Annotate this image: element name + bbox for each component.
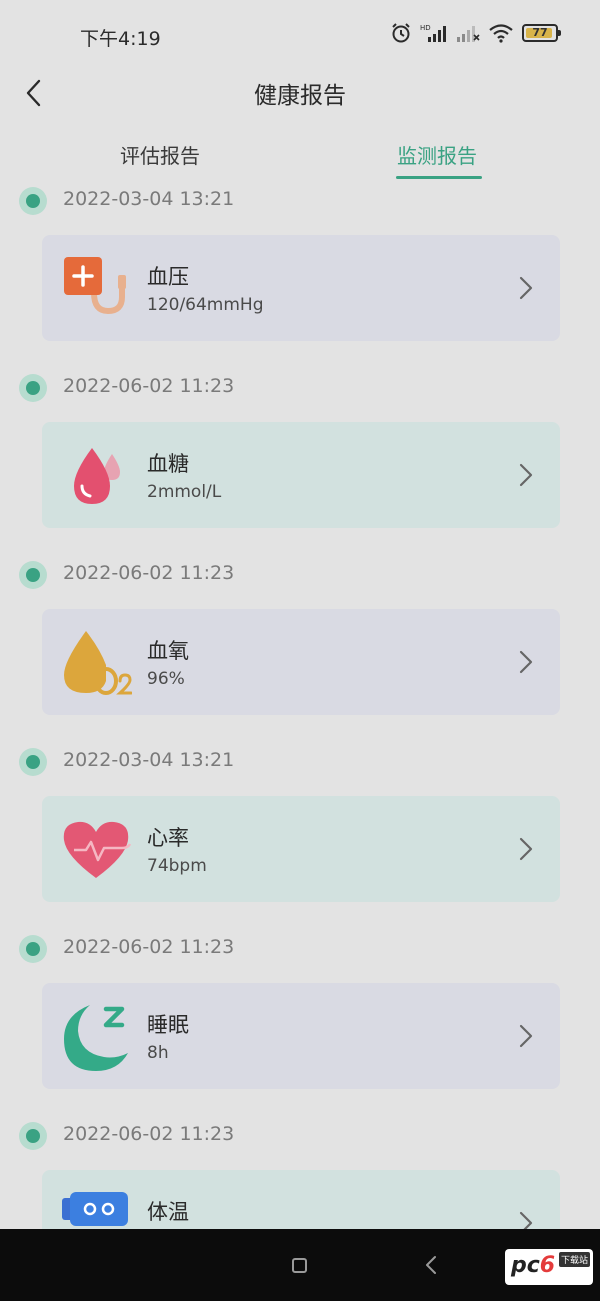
timestamp: 2022-06-02 11:23 (63, 1123, 235, 1145)
list-item: 2022-03-04 13:21 血压 120/64mmHg (0, 184, 600, 371)
heart-rate-icon (63, 821, 132, 878)
header: 健康报告 (0, 66, 600, 116)
timeline-dot (19, 1122, 47, 1150)
timestamp: 2022-06-02 11:23 (63, 936, 235, 958)
card-title: 血氧 (147, 639, 189, 663)
signal-hd-icon: HD (420, 24, 446, 42)
blood-pressure-card[interactable]: 血压 120/64mmHg (42, 235, 560, 341)
watermark-logo: pc6 下载站 (505, 1249, 593, 1285)
home-button[interactable] (292, 1258, 307, 1273)
system-nav-bar: pc6 下载站 (0, 1229, 600, 1301)
card-title: 心率 (147, 826, 189, 850)
status-icons: HD 77 (390, 22, 561, 44)
chevron-right-icon (519, 1024, 533, 1048)
battery-level: 77 (532, 26, 548, 39)
battery-icon: 77 (522, 24, 561, 42)
timeline-dot (19, 187, 47, 215)
chevron-right-icon (519, 276, 533, 300)
chevron-right-icon (519, 837, 533, 861)
card-title: 睡眠 (147, 1013, 189, 1037)
tab-assessment-report[interactable]: 评估报告 (120, 140, 200, 169)
signal-weak-icon (457, 26, 480, 42)
card-value: 96% (147, 669, 185, 689)
list-item: 2022-03-04 13:21 心率 74bpm (0, 745, 600, 932)
timeline-dot (19, 748, 47, 776)
tab-monitoring-report[interactable]: 监测报告 (397, 140, 477, 169)
chevron-right-icon (519, 650, 533, 674)
card-value: 74bpm (147, 856, 207, 876)
blood-pressure-icon (64, 257, 126, 315)
timestamp: 2022-03-04 13:21 (63, 188, 235, 210)
watermark-text: pc6 (511, 1253, 556, 1278)
blood-oxygen-icon (64, 631, 132, 695)
card-value: 8h (147, 1043, 169, 1063)
sleep-icon (64, 1005, 128, 1071)
alarm-icon (392, 23, 410, 43)
timeline-dot (19, 374, 47, 402)
timeline-dot (19, 935, 47, 963)
watermark-sub: 下载站 (558, 1252, 590, 1267)
card-title: 血压 (147, 265, 189, 289)
list-item: 2022-06-02 11:23 血氧 96% (0, 558, 600, 745)
timestamp: 2022-03-04 13:21 (63, 749, 235, 771)
status-time: 下午4:19 (80, 28, 161, 50)
tab-bar: 评估报告 监测报告 (0, 134, 600, 184)
blood-oxygen-card[interactable]: 血氧 96% (42, 609, 560, 715)
chevron-right-icon (519, 463, 533, 487)
report-list: 2022-03-04 13:21 血压 120/64mmHg 2022-06-0… (0, 184, 600, 1301)
sleep-card[interactable]: 睡眠 8h (42, 983, 560, 1089)
blood-sugar-icon (74, 448, 120, 504)
card-value: 2mmol/L (147, 482, 222, 502)
svg-text:HD: HD (420, 24, 431, 32)
blood-sugar-card[interactable]: 血糖 2mmol/L (42, 422, 560, 528)
list-item: 2022-06-02 11:23 血糖 2mmol/L (0, 371, 600, 558)
page-title: 健康报告 (254, 83, 346, 109)
status-bar: 下午4:19 HD 77 (0, 0, 600, 66)
active-tab-indicator (396, 176, 482, 179)
timeline-dot (19, 561, 47, 589)
card-value: 120/64mmHg (147, 295, 264, 315)
card-title: 血糖 (147, 452, 189, 476)
wifi-icon (489, 24, 513, 43)
timestamp: 2022-06-02 11:23 (63, 375, 235, 397)
heart-rate-card[interactable]: 心率 74bpm (42, 796, 560, 902)
card-title: 体温 (147, 1200, 189, 1224)
timestamp: 2022-06-02 11:23 (63, 562, 235, 584)
list-item: 2022-06-02 11:23 睡眠 8h (0, 932, 600, 1119)
nav-back-icon[interactable] (424, 1255, 438, 1275)
